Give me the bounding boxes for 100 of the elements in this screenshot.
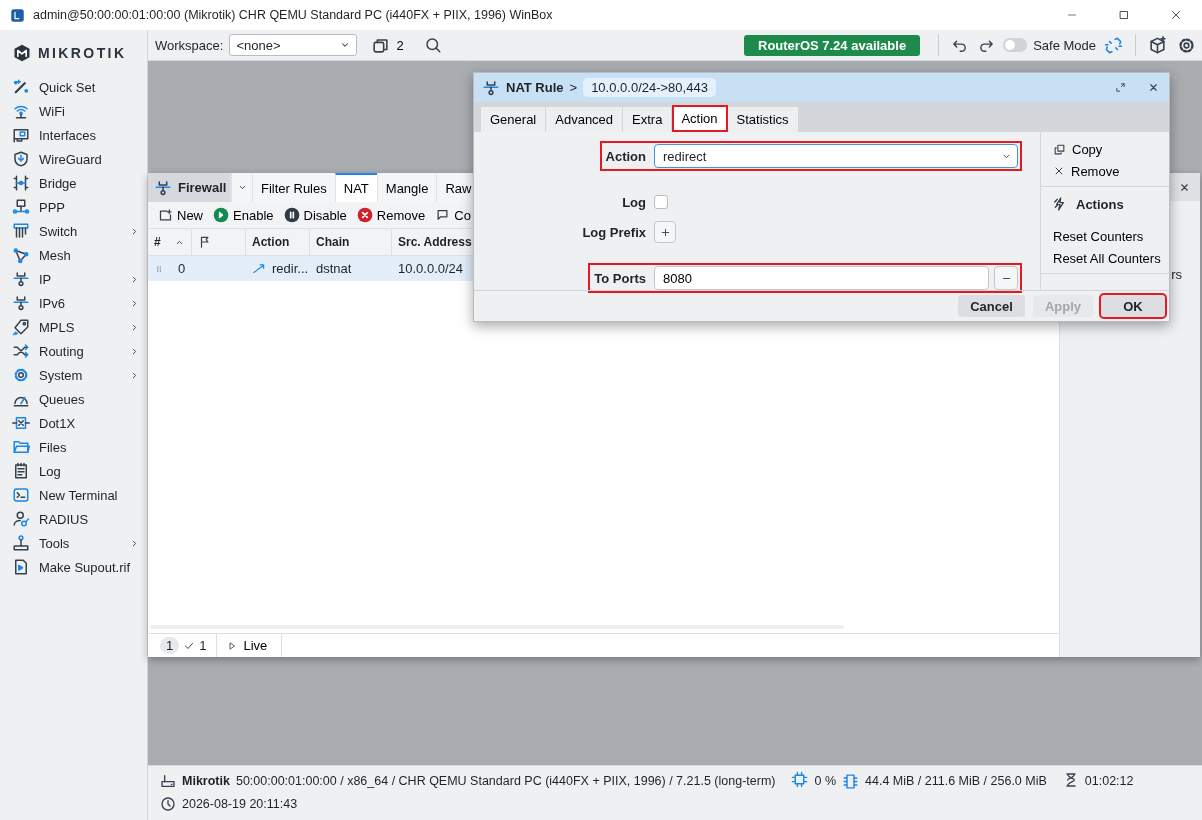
notepad-icon (12, 462, 30, 480)
live-button[interactable]: Live (217, 634, 283, 657)
tab[interactable]: Action (672, 105, 728, 132)
workspace-select[interactable]: <none> (229, 34, 358, 56)
safe-mode-toggle[interactable] (1003, 38, 1028, 52)
tab[interactable]: Statistics (727, 107, 799, 132)
flag-icon (198, 235, 212, 249)
add-window-icon (158, 207, 173, 223)
settings-icon (1177, 35, 1196, 55)
close-icon (1148, 82, 1159, 93)
section-heading: Actions (1076, 196, 1124, 212)
tab[interactable]: General (481, 107, 547, 132)
box-plus-icon (1148, 35, 1167, 55)
gear-icon (12, 366, 30, 384)
cpu-icon (791, 771, 809, 788)
column-header[interactable]: # (154, 235, 161, 249)
play-circle-icon (213, 207, 229, 223)
file-play-icon (12, 558, 30, 576)
router-info: 50:00:00:01:00:00 / x86_64 / CHR QEMU Standard PC (i440FX + PIIX, 1996) / 7.21.5 (long-term) (235, 774, 776, 788)
update-badge[interactable]: RouterOS 7.24 available (744, 34, 921, 56)
sidebar-item[interactable]: Tools (39, 535, 121, 551)
sidebar-item[interactable]: IP (39, 271, 121, 287)
restore-icon (1115, 82, 1126, 93)
sidebar-item[interactable]: WiFi (39, 103, 139, 119)
tab[interactable]: Extra (623, 107, 673, 132)
toolbar-button[interactable]: Co (435, 207, 471, 223)
sidebar-item[interactable]: Dot1X (39, 415, 139, 431)
logo-icon (12, 42, 32, 63)
network-node-icon (154, 178, 172, 197)
sidebar-item[interactable]: Queues (39, 391, 139, 407)
close-icon (1053, 165, 1065, 177)
checked-count: 1 (199, 638, 207, 653)
tag-icon (12, 318, 30, 336)
sidebar-item[interactable]: Switch (39, 223, 121, 239)
toolbar-button[interactable]: Disable (283, 207, 347, 223)
field-label: To Ports (594, 270, 646, 286)
router-name: Mikrotik (182, 774, 230, 788)
toolbar-button[interactable]: Remove (356, 207, 426, 223)
add-button[interactable] (654, 221, 676, 243)
tab[interactable]: NAT (334, 173, 377, 202)
router-icon (160, 773, 176, 789)
sidebar-item[interactable]: Quick Set (39, 79, 139, 95)
menu-item[interactable]: Reset All Counters (1041, 247, 1169, 269)
breadcrumb-separator: > (569, 80, 578, 95)
plus-icon (659, 226, 671, 238)
sidebar-item[interactable]: IPv6 (39, 295, 121, 311)
workspace-label: Workspace: (155, 37, 224, 53)
table-cell: dstnat (316, 261, 352, 276)
redirect-arrow-icon (252, 261, 266, 276)
caret-icon (237, 183, 247, 192)
sidebar-item[interactable]: MPLS (39, 319, 121, 335)
sidebar-item[interactable]: Interfaces (39, 127, 139, 143)
window-title: Firewall (178, 180, 227, 195)
sidebar-item[interactable]: System (39, 367, 121, 383)
sidebar-item[interactable]: Routing (39, 343, 121, 359)
action-select[interactable]: redirect (654, 144, 1018, 168)
toolbar-button[interactable]: New (158, 207, 203, 223)
menu-item[interactable]: Remove (1041, 160, 1169, 182)
restore-button[interactable] (1113, 80, 1128, 95)
date-time: 2026-08-19 20:11:43 (182, 797, 298, 811)
sidebar-item[interactable]: RADIUS (39, 511, 139, 527)
field-label: Log (622, 194, 646, 210)
memory-usage: 44.4 MiB / 211.6 MiB / 256.0 MiB (865, 774, 1047, 788)
sidebar-item[interactable]: Log (39, 463, 139, 479)
menu-item[interactable]: Copy (1041, 138, 1169, 160)
column-header[interactable]: Src. Address (398, 235, 472, 249)
memory-icon (842, 772, 859, 790)
sidebar-item[interactable]: Make Supout.rif (39, 559, 139, 575)
copy-icon (1053, 142, 1066, 156)
search-icon (423, 36, 442, 54)
tab[interactable]: Filter Rules (252, 173, 335, 202)
column-header[interactable]: Chain (316, 235, 350, 249)
dialog-button[interactable]: OK (1101, 295, 1165, 317)
column-header[interactable]: Action (252, 235, 290, 249)
tab[interactable]: Advanced (546, 107, 624, 132)
toolbar-button[interactable]: Enable (213, 207, 274, 223)
log-checkbox[interactable] (654, 195, 668, 209)
wand-icon (12, 78, 30, 96)
folder-icon (12, 438, 30, 456)
sidebar-item[interactable]: Mesh (39, 247, 139, 263)
network-card-icon (12, 126, 30, 144)
windows-button[interactable]: 2 (369, 33, 406, 57)
shield-icon (12, 150, 30, 168)
tab[interactable]: Mangle (376, 173, 437, 202)
sidebar-item[interactable]: PPP (39, 199, 139, 215)
speech-bubble-icon (435, 207, 451, 223)
menu-item[interactable]: Reset Counters (1041, 225, 1169, 247)
sidebar-item[interactable]: Files (39, 439, 139, 455)
safe-mode-label: Safe Mode (1033, 37, 1096, 53)
sidebar-item[interactable]: Bridge (39, 175, 139, 191)
grip-icon (154, 263, 164, 274)
user-icon (12, 510, 30, 528)
play-icon (227, 640, 238, 651)
sidebar-item[interactable]: WireGuard (39, 151, 139, 167)
remove-circle-icon (356, 207, 373, 223)
to-ports-field[interactable]: 8080 (654, 266, 989, 290)
sidebar-item[interactable]: New Terminal (39, 487, 139, 503)
close-icon (1170, 9, 1182, 21)
switch-icon (12, 222, 30, 240)
dialog-button[interactable]: Cancel (958, 295, 1025, 317)
